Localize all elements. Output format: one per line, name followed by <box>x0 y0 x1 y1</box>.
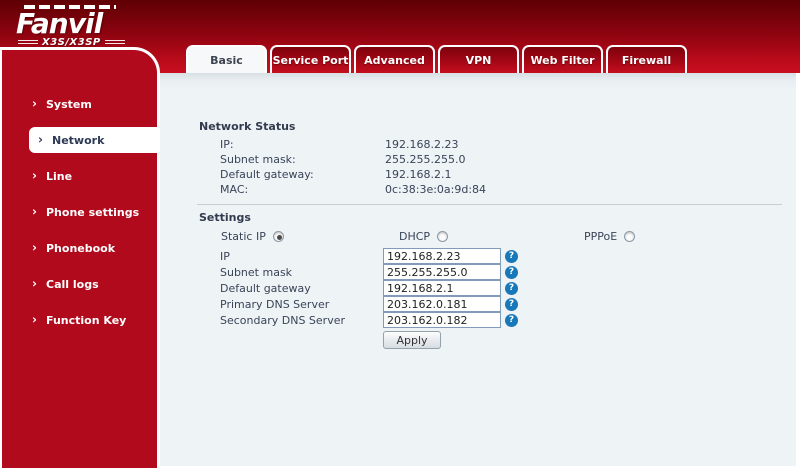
help-icon[interactable] <box>505 313 518 327</box>
mode-dhcp: DHCP <box>399 230 449 243</box>
fanvil-config-page: Fanvil X3S/X3SP Basic Service Port Advan… <box>0 0 800 474</box>
fanvil-logo: Fanvil X3S/X3SP <box>16 5 126 48</box>
status-row-subnet: Subnet mask: 255.255.255.0 <box>220 152 486 167</box>
status-label: MAC: <box>220 183 249 196</box>
sidebar-item-phone-settings[interactable]: Phone settings <box>2 199 157 225</box>
mode-label: DHCP <box>399 230 431 243</box>
settings-form: IP Subnet mask Default gateway Primary D… <box>220 248 518 328</box>
status-row-ip: IP: 192.168.2.23 <box>220 137 486 152</box>
section-divider <box>197 204 782 205</box>
status-label: Default gateway: <box>220 168 314 181</box>
subnet-mask-input[interactable] <box>383 264 501 280</box>
chevron-right-icon <box>32 204 37 218</box>
secondary-dns-input[interactable] <box>383 312 501 328</box>
sidebar-item-phonebook[interactable]: Phonebook <box>2 235 157 261</box>
field-row-gateway: Default gateway <box>220 280 518 296</box>
chevron-right-icon <box>38 132 43 146</box>
field-label: Subnet mask <box>220 265 293 279</box>
status-row-mac: MAC: 0c:38:3e:0a:9d:84 <box>220 182 486 197</box>
field-row-subnet: Subnet mask <box>220 264 518 280</box>
help-icon[interactable] <box>505 281 518 295</box>
tab-basic[interactable]: Basic <box>186 45 267 73</box>
status-label: Subnet mask: <box>220 153 296 166</box>
help-icon[interactable] <box>505 265 518 279</box>
mode-pppoe: PPPoE <box>584 230 636 243</box>
logo-brand-text: Fanvil <box>16 7 103 40</box>
tab-vpn[interactable]: VPN <box>438 45 519 73</box>
status-value: 192.168.2.23 <box>385 138 459 151</box>
status-label: IP: <box>220 138 234 151</box>
help-icon[interactable] <box>505 249 518 263</box>
field-label: Default gateway <box>220 281 311 295</box>
sidebar-item-network[interactable]: Network <box>29 127 157 153</box>
tab-advanced[interactable]: Advanced <box>354 45 435 73</box>
status-value: 192.168.2.1 <box>385 168 452 181</box>
tab-service-port[interactable]: Service Port <box>270 45 351 73</box>
chevron-right-icon <box>32 96 37 110</box>
sidebar-item-system[interactable]: System <box>2 91 157 117</box>
static-ip-radio[interactable] <box>272 231 284 242</box>
sidebar-item-line[interactable]: Line <box>2 163 157 189</box>
chevron-right-icon <box>32 240 37 254</box>
logo-line-left <box>18 39 38 46</box>
field-label: Primary DNS Server <box>220 297 330 311</box>
chevron-right-icon <box>32 312 37 326</box>
logo-line-right <box>104 39 125 46</box>
tab-bar: Basic Service Port Advanced VPN Web Filt… <box>186 45 690 73</box>
default-gateway-input[interactable] <box>383 280 501 296</box>
field-label: IP <box>220 249 230 263</box>
sidebar: System Network Line Phone settings Phone… <box>0 47 160 468</box>
apply-button[interactable]: Apply <box>383 331 441 349</box>
chevron-right-icon <box>32 168 37 182</box>
tab-web-filter[interactable]: Web Filter <box>522 45 603 73</box>
network-status-title: Network Status <box>199 120 296 133</box>
field-label: Secondary DNS Server <box>220 313 346 327</box>
help-icon[interactable] <box>505 297 518 311</box>
mode-label: Static IP <box>221 230 266 243</box>
settings-title: Settings <box>199 211 251 224</box>
ip-input[interactable] <box>383 248 501 264</box>
network-status-table: IP: 192.168.2.23 Subnet mask: 255.255.25… <box>220 137 486 197</box>
field-row-ip: IP <box>220 248 518 264</box>
primary-dns-input[interactable] <box>383 296 501 312</box>
mode-static-ip: Static IP <box>221 230 284 243</box>
field-row-secondary-dns: Secondary DNS Server <box>220 312 518 328</box>
chevron-right-icon <box>32 276 37 290</box>
tab-firewall[interactable]: Firewall <box>606 45 687 73</box>
sidebar-item-call-logs[interactable]: Call logs <box>2 271 157 297</box>
field-row-primary-dns: Primary DNS Server <box>220 296 518 312</box>
pppoe-radio[interactable] <box>624 231 636 242</box>
status-row-gateway: Default gateway: 192.168.2.1 <box>220 167 486 182</box>
status-value: 255.255.255.0 <box>385 153 466 166</box>
dhcp-radio[interactable] <box>437 231 449 242</box>
mode-label: PPPoE <box>584 230 618 243</box>
sidebar-item-function-key[interactable]: Function Key <box>2 307 157 333</box>
status-value: 0c:38:3e:0a:9d:84 <box>385 183 487 196</box>
